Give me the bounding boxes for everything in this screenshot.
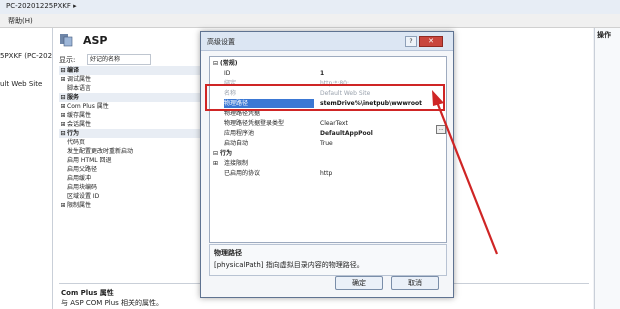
setting-value[interactable]: DefaultAppPool <box>320 129 444 138</box>
setting-name: 已启用的协议 <box>224 170 261 177</box>
actions-pane: 操作 <box>594 28 620 309</box>
setting-value[interactable]: True <box>320 139 444 148</box>
grid-category[interactable]: ⊟服务 <box>59 93 205 102</box>
grid-category[interactable]: ⊟编译 <box>59 66 205 75</box>
grid-row-label: 限制属性 <box>67 202 92 209</box>
setting-value[interactable]: ClearText <box>320 119 444 128</box>
breadcrumb[interactable]: PC-20201225PXKF ▸ <box>6 2 77 10</box>
setting-value[interactable]: http <box>320 169 444 178</box>
grid-row-label: 启用 HTML 回退 <box>67 157 112 164</box>
grid-row-label: Com Plus 属性 <box>67 103 109 110</box>
setting-name: (常规) <box>220 60 238 67</box>
setting-name: 物理路径凭据登录类型 <box>224 120 285 127</box>
expand-toggle-icon[interactable]: ⊞ <box>213 159 221 168</box>
cancel-button[interactable]: 取消 <box>391 276 439 290</box>
setting-name: 连接限制 <box>224 160 249 167</box>
grid-row-label: 启用块编码 <box>67 184 98 191</box>
settings-row[interactable]: 物理路径凭据登录类型 ClearText <box>210 119 446 128</box>
grid-row-label: 启用父路径 <box>67 166 98 173</box>
grid-row[interactable]: ⊞Com Plus 属性 <box>59 102 205 111</box>
grid-row-label: 区域设置 ID <box>67 193 100 200</box>
setting-name: 应用程序池 <box>224 130 255 137</box>
tree-node-server[interactable]: 5PXKF (PC-202 <box>0 52 52 60</box>
grid-row[interactable]: 代码页 <box>59 138 205 147</box>
settings-category[interactable]: ⊟ 行为 <box>210 149 446 158</box>
expand-toggle-icon[interactable]: ⊞ <box>59 102 67 111</box>
settings-row[interactable]: ID 1 <box>210 69 446 78</box>
grid-row-label: 启用缓冲 <box>67 175 92 182</box>
grid-row[interactable]: 启用父路径 <box>59 165 205 174</box>
setting-value[interactable]: 1 <box>320 69 444 78</box>
expand-toggle-icon[interactable]: ⊞ <box>59 111 67 120</box>
menu-help[interactable]: 帮助(H) <box>8 16 33 26</box>
setting-name: ID <box>224 70 231 77</box>
setting-name: 启动自动 <box>224 140 249 147</box>
grid-row-label: 缓存属性 <box>67 112 92 119</box>
grid-row[interactable]: ⊞调试属性 <box>59 75 205 84</box>
actions-header: 操作 <box>597 31 611 39</box>
page-title: ASP <box>83 34 108 47</box>
grid-row[interactable]: ⊞会话属性 <box>59 120 205 129</box>
address-bar[interactable]: PC-20201225PXKF ▸ <box>0 0 620 15</box>
close-button[interactable]: ✕ <box>419 36 443 47</box>
grid-row-label: 脚本语言 <box>67 85 92 92</box>
settings-row[interactable]: ⊞ 连接限制 <box>210 159 446 168</box>
advanced-settings-dialog: 高级设置 ? ✕ ⊟ (常规) ID 1 绑定 http:*:80: 名称 Default W… <box>200 31 454 298</box>
settings-row[interactable]: 已启用的协议 http <box>210 169 446 178</box>
expand-toggle-icon[interactable]: ⊞ <box>59 120 67 129</box>
connections-tree[interactable]: 5PXKF (PC-202 ult Web Site <box>0 28 53 309</box>
grid-row-label: 编译 <box>67 67 80 74</box>
expand-toggle-icon[interactable]: ⊞ <box>59 75 67 84</box>
help-button[interactable]: ? <box>405 36 417 47</box>
asp-feature-icon <box>60 34 73 47</box>
grid-row[interactable]: 启用缓冲 <box>59 174 205 183</box>
settings-row[interactable]: 启动自动 True <box>210 139 446 148</box>
grid-row[interactable]: 脚本语言 <box>59 84 205 93</box>
display-label: 显示: <box>59 56 76 64</box>
expand-toggle-icon[interactable]: ⊟ <box>59 66 67 75</box>
grid-row-label: 发生配置更改时重新启动 <box>67 148 134 155</box>
tree-node-site[interactable]: ult Web Site <box>0 80 42 88</box>
grid-row-label: 服务 <box>67 94 80 101</box>
setting-name: 行为 <box>220 150 233 157</box>
grid-row[interactable]: 启用块编码 <box>59 183 205 192</box>
grid-row[interactable]: 发生配置更改时重新启动 <box>59 147 205 156</box>
expand-toggle-icon[interactable]: ⊟ <box>59 129 67 138</box>
description-title: Com Plus 属性 <box>61 289 114 297</box>
dialog-title: 高级设置 <box>207 38 235 46</box>
grid-category[interactable]: ⊟行为 <box>59 129 205 138</box>
browse-path-button[interactable]: ... <box>436 125 446 134</box>
grid-row[interactable]: ⊞缓存属性 <box>59 111 205 120</box>
highlight-box <box>205 84 445 111</box>
grid-row-label: 会话属性 <box>67 121 92 128</box>
grid-row[interactable]: 区域设置 ID <box>59 192 205 201</box>
expand-toggle-icon[interactable]: ⊟ <box>59 93 67 102</box>
grid-row[interactable]: 启用 HTML 回退 <box>59 156 205 165</box>
display-mode-select[interactable]: 好记的名称 <box>87 54 151 65</box>
grid-row-label: 代码页 <box>67 139 86 146</box>
grid-row-label: 行为 <box>67 130 80 137</box>
grid-row[interactable]: ⊞限制属性 <box>59 201 205 210</box>
settings-row[interactable]: 应用程序池 DefaultAppPool <box>210 129 446 138</box>
settings-category[interactable]: ⊟ (常规) <box>210 59 446 68</box>
ok-button[interactable]: 确定 <box>335 276 383 290</box>
grid-row-label: 调试属性 <box>67 76 92 83</box>
setting-description-title: 物理路径 <box>214 249 242 257</box>
expand-toggle-icon[interactable]: ⊞ <box>59 201 67 210</box>
description-text: 与 ASP COM Plus 相关的属性。 <box>61 299 164 307</box>
setting-description: 物理路径 [physicalPath] 指向虚拟目录内容的物理路径。 <box>209 244 447 276</box>
menu-bar: 帮助(H) <box>0 14 620 28</box>
setting-description-text: [physicalPath] 指向虚拟目录内容的物理路径。 <box>214 261 364 269</box>
